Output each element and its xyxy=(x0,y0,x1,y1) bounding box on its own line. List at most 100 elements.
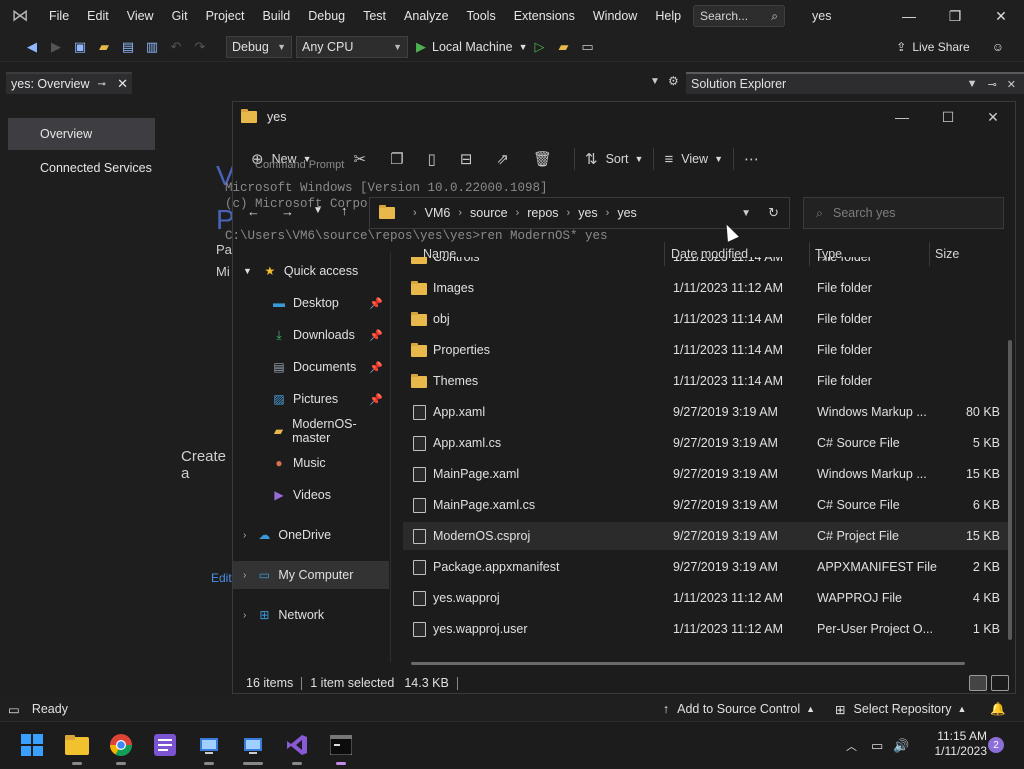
minimize-icon[interactable]: — xyxy=(879,102,925,132)
share-button[interactable]: ⇗ xyxy=(496,150,509,168)
breadcrumb-item[interactable]: repos xyxy=(527,206,558,220)
save-icon[interactable]: ▤ xyxy=(117,36,139,58)
edit-link-fragment[interactable]: Edit xyxy=(211,571,232,585)
vs-search-box[interactable]: Search... ⌕ xyxy=(693,5,785,27)
menu-analyze[interactable]: Analyze xyxy=(395,0,457,32)
tab-overview[interactable]: yes: Overview ⊸ ✕ xyxy=(6,72,132,94)
nav-connected-services[interactable]: Connected Services xyxy=(8,152,155,184)
file-row[interactable]: MainPage.xaml.cs 9/27/2019 3:19 AM C# Sour… xyxy=(403,491,1008,519)
explorer-search-input[interactable]: ⌕ Search yes xyxy=(803,197,1004,229)
taskbar-file-explorer[interactable] xyxy=(60,729,94,765)
taskbar-chrome[interactable] xyxy=(104,729,138,765)
menu-help[interactable]: Help xyxy=(646,0,690,32)
paste-button[interactable]: ▯ xyxy=(428,150,436,168)
pin-icon[interactable]: ⊸ xyxy=(988,78,997,91)
file-row[interactable]: MainPage.xaml 9/27/2019 3:19 AM Windows Ma… xyxy=(403,460,1008,488)
menu-project[interactable]: Project xyxy=(197,0,254,32)
open-folder-icon[interactable]: ▰ xyxy=(93,36,115,58)
tree-quick-access[interactable]: ▼ ★ Quick access xyxy=(233,257,389,285)
menu-debug[interactable]: Debug xyxy=(299,0,354,32)
file-row[interactable]: yes.wapproj.user 1/11/2023 11:12 AM Per-Us… xyxy=(403,615,1008,643)
menu-file[interactable]: File xyxy=(40,0,78,32)
dropdown-icon[interactable]: ▼ xyxy=(650,76,660,87)
tree-desktop[interactable]: ▬ Desktop 📌 xyxy=(233,289,389,317)
file-row[interactable]: Themes 1/11/2023 11:14 AM File folder xyxy=(403,367,1008,395)
recent-locations-icon[interactable]: ▼ xyxy=(313,205,323,216)
taskbar-visual-studio[interactable] xyxy=(280,729,314,765)
maximize-icon[interactable]: ☐ xyxy=(925,102,971,132)
details-view-icon[interactable] xyxy=(969,675,987,691)
close-icon[interactable]: ✕ xyxy=(117,76,128,92)
vertical-scrollbar[interactable] xyxy=(1008,340,1012,640)
chevron-up-icon[interactable]: ︿ xyxy=(846,738,857,754)
layout-icon[interactable]: ▭ xyxy=(577,36,599,58)
pane-divider[interactable] xyxy=(390,252,391,662)
dropdown-icon[interactable]: ▼ xyxy=(967,78,978,91)
tree-videos[interactable]: ▶ Videos xyxy=(233,481,389,509)
menu-build[interactable]: Build xyxy=(253,0,299,32)
address-history-icon[interactable]: ▼ xyxy=(741,208,751,219)
clock[interactable]: 11:15 AM 1/11/2023 xyxy=(925,729,988,759)
restore-icon[interactable]: ❐ xyxy=(932,0,978,32)
save-all-icon[interactable]: ▥ xyxy=(141,36,163,58)
forward-nav-icon[interactable]: ▶ xyxy=(45,36,67,58)
configuration-dropdown[interactable]: Debug ▼ xyxy=(226,35,292,58)
close-icon[interactable]: ✕ xyxy=(1007,78,1016,91)
start-button[interactable] xyxy=(15,729,49,761)
run-button[interactable]: ▶ Local Machine ▼ xyxy=(416,39,528,55)
menu-test[interactable]: Test xyxy=(354,0,395,32)
browse-folder-icon[interactable]: ▰ xyxy=(553,36,575,58)
back-nav-icon[interactable]: ◀ xyxy=(21,36,43,58)
forward-arrow-icon[interactable]: → xyxy=(281,204,294,219)
menu-tools[interactable]: Tools xyxy=(458,0,505,32)
tree-documents[interactable]: ▤ Documents 📌 xyxy=(233,353,389,381)
tiles-view-icon[interactable] xyxy=(991,675,1009,691)
horizontal-scrollbar[interactable] xyxy=(411,662,965,665)
tree-network[interactable]: › ⊞ Network xyxy=(233,601,389,629)
up-arrow-icon[interactable]: ↑ xyxy=(341,203,348,218)
file-row[interactable]: obj 1/11/2023 11:14 AM File folder xyxy=(403,305,1008,333)
copy-button[interactable]: ❐ xyxy=(390,150,403,168)
live-share-button[interactable]: ⇪ Live Share ☺ xyxy=(896,40,1004,54)
refresh-icon[interactable]: ↻ xyxy=(768,205,779,221)
close-icon[interactable]: ✕ xyxy=(970,102,1016,132)
taskbar-vm[interactable] xyxy=(192,729,226,765)
tree-music[interactable]: ● Music xyxy=(233,449,389,477)
file-row[interactable]: Properties 1/11/2023 11:14 AM File folder xyxy=(403,336,1008,364)
pin-icon[interactable]: ⊸ xyxy=(98,79,106,90)
sort-button[interactable]: ⇅ Sort ▼ xyxy=(585,150,643,168)
back-arrow-icon[interactable]: ← xyxy=(247,204,260,219)
taskbar-app[interactable] xyxy=(148,729,182,761)
tree-onedrive[interactable]: › ☁ OneDrive xyxy=(233,521,389,549)
taskbar-terminal[interactable] xyxy=(324,729,358,765)
more-options-button[interactable]: ⋯ xyxy=(744,150,759,168)
file-row[interactable]: ModernOS.csproj 9/27/2019 3:19 AM C# Proje… xyxy=(403,522,1008,550)
file-row[interactable]: App.xaml 9/27/2019 3:19 AM Windows Markup … xyxy=(403,398,1008,426)
cut-button[interactable]: ✂ xyxy=(354,150,367,168)
breadcrumb-item[interactable]: yes xyxy=(617,206,636,220)
breadcrumb-item[interactable]: yes xyxy=(578,206,597,220)
menu-view[interactable]: View xyxy=(118,0,163,32)
notification-badge[interactable]: 2 xyxy=(988,737,1004,753)
tree-modernos-master[interactable]: ▰ ModernOS-master xyxy=(233,417,389,445)
breadcrumb-item[interactable]: VM6 xyxy=(425,206,451,220)
gear-icon[interactable]: ⚙ xyxy=(668,74,679,88)
network-icon[interactable]: ▭ xyxy=(871,738,883,754)
tree-downloads[interactable]: ⤓ Downloads 📌 xyxy=(233,321,389,349)
menu-extensions[interactable]: Extensions xyxy=(505,0,584,32)
menu-git[interactable]: Git xyxy=(163,0,197,32)
minimize-icon[interactable]: — xyxy=(886,0,932,32)
new-project-icon[interactable]: ▣ xyxy=(69,36,91,58)
start-without-debug-icon[interactable]: ▷ xyxy=(529,36,551,58)
redo-icon[interactable]: ↷ xyxy=(189,36,211,58)
close-icon[interactable]: ✕ xyxy=(978,0,1024,32)
select-repository-button[interactable]: ⊞ Select Repository ▲ xyxy=(835,702,966,717)
menu-window[interactable]: Window xyxy=(584,0,646,32)
menu-edit[interactable]: Edit xyxy=(78,0,118,32)
nav-overview[interactable]: Overview xyxy=(8,118,155,150)
file-row[interactable]: Controls 1/11/2023 11:14 AM File folder xyxy=(403,257,1008,271)
file-row[interactable]: Images 1/11/2023 11:12 AM File folder xyxy=(403,274,1008,302)
add-source-control-button[interactable]: ↑ Add to Source Control ▲ xyxy=(663,702,815,716)
platform-dropdown[interactable]: Any CPU ▼ xyxy=(296,35,408,58)
file-row[interactable]: yes.wapproj 1/11/2023 11:12 AM WAPPROJ Fil… xyxy=(403,584,1008,612)
